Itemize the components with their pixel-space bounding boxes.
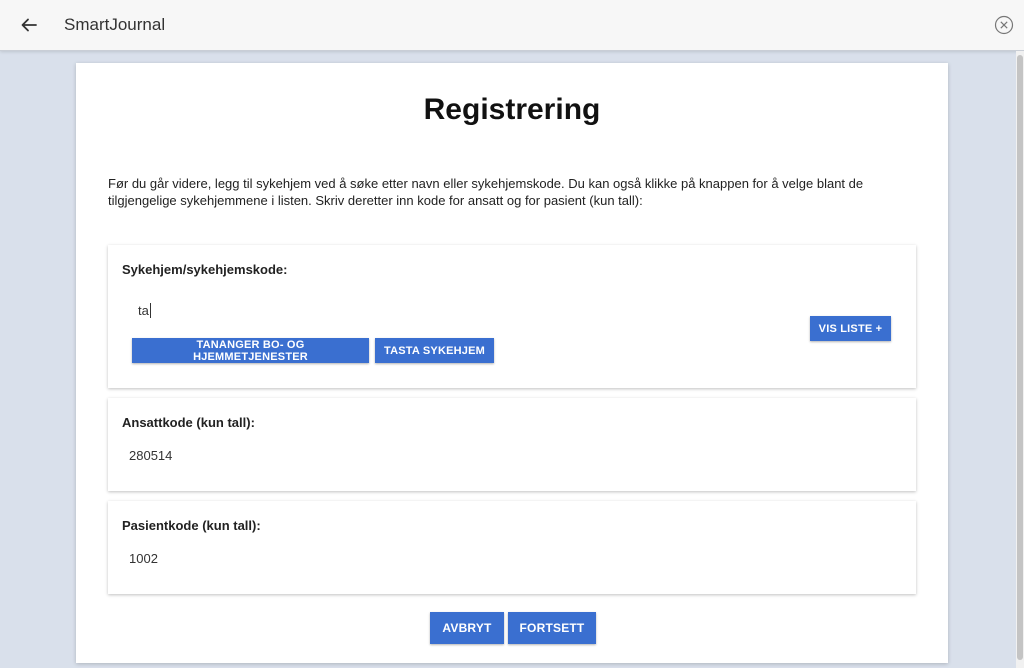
text-caret bbox=[149, 303, 151, 318]
suggestion-button-tananger[interactable]: TANANGER BO- OG HJEMMETJENESTER bbox=[132, 338, 369, 363]
scrollbar-thumb[interactable] bbox=[1017, 55, 1023, 660]
page-title: Registrering bbox=[423, 93, 601, 126]
patient-code-input[interactable]: 1002 bbox=[129, 551, 158, 566]
show-list-button[interactable]: VIS LISTE + bbox=[810, 316, 891, 341]
nursing-home-input-value: ta bbox=[138, 303, 149, 318]
intro-text: Før du går videre, legg til sykehjem ved… bbox=[108, 176, 864, 208]
patient-code-label: Pasientkode (kun tall): bbox=[122, 518, 261, 533]
suggestion-button-tasta[interactable]: TASTA SYKEHJEM bbox=[375, 338, 494, 363]
employee-code-input[interactable]: 280514 bbox=[129, 448, 172, 463]
employee-code-section: Ansattkode (kun tall): 280514 bbox=[108, 398, 916, 491]
close-circle-icon[interactable] bbox=[994, 15, 1014, 35]
registration-card: Registrering Før du går videre, legg til… bbox=[76, 63, 948, 663]
cancel-button[interactable]: AVBRYT bbox=[430, 612, 504, 644]
scrollbar[interactable] bbox=[1016, 51, 1024, 668]
nursing-home-section: Sykehjem/sykehjemskode: ta TANANGER BO- … bbox=[108, 245, 916, 388]
patient-code-section: Pasientkode (kun tall): 1002 bbox=[108, 501, 916, 594]
nursing-home-search-input[interactable]: ta bbox=[138, 303, 151, 318]
app-header: SmartJournal bbox=[0, 0, 1024, 51]
arrow-left-icon[interactable] bbox=[16, 12, 42, 38]
nursing-home-label: Sykehjem/sykehjemskode: bbox=[122, 262, 288, 277]
continue-button[interactable]: FORTSETT bbox=[508, 612, 596, 644]
app-title: SmartJournal bbox=[64, 15, 166, 34]
employee-code-label: Ansattkode (kun tall): bbox=[122, 415, 255, 430]
